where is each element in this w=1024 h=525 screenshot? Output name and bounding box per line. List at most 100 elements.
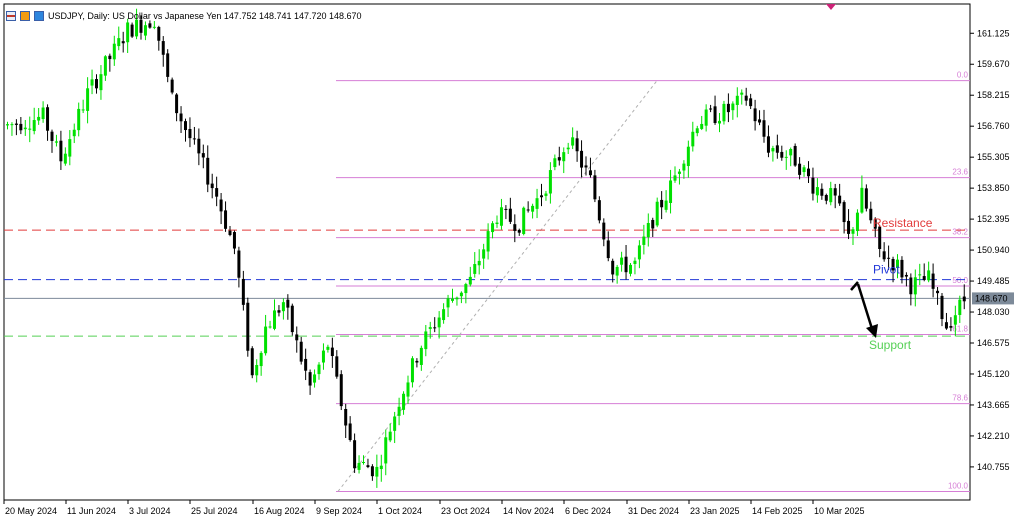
y-tick-label: 159.670	[977, 59, 1010, 69]
candle-body	[433, 327, 437, 329]
candle-body	[59, 140, 63, 162]
y-tick-label: 152.395	[977, 214, 1010, 224]
candle-body	[798, 163, 802, 175]
candle-body	[544, 193, 548, 196]
candle-body	[219, 199, 223, 212]
candle-body	[170, 79, 174, 93]
candle-body	[255, 364, 259, 376]
candle-body	[838, 195, 842, 204]
candle-body	[308, 372, 312, 386]
candle-body	[588, 170, 592, 176]
candle-body	[264, 326, 268, 354]
symbol-info: USDJPY, Daily: US Dollar vs Japanese Yen…	[48, 11, 362, 21]
candle-body	[758, 119, 762, 123]
candle-body	[766, 136, 770, 153]
candle-body	[744, 95, 748, 101]
candle-body	[99, 74, 103, 91]
candle-body	[713, 106, 717, 123]
candle-body	[19, 123, 23, 131]
candle-body	[273, 310, 276, 329]
candle-body	[927, 270, 931, 281]
candle-body	[210, 183, 214, 189]
candle-body	[491, 223, 495, 233]
candle-body	[459, 292, 463, 297]
y-tick-label: 143.665	[977, 400, 1010, 410]
candle-body	[922, 276, 926, 281]
price-axis: 161.125 159.670 158.215 156.760 155.305 153.8…	[970, 28, 1010, 472]
candle-body	[949, 326, 953, 328]
candle-body	[904, 274, 908, 277]
candle-body	[646, 223, 650, 238]
fib-level-label: 61.8	[952, 325, 968, 334]
candle-body	[286, 299, 290, 308]
y-tick-label: 156.760	[977, 121, 1010, 131]
candle-body	[384, 437, 388, 464]
candle-body	[869, 208, 873, 221]
candle-body	[477, 260, 481, 266]
candle-body	[664, 200, 668, 210]
candle	[339, 370, 343, 411]
candle-body	[290, 305, 294, 333]
candle-body	[455, 297, 459, 300]
candle-body	[224, 210, 228, 229]
candle-body	[68, 139, 72, 157]
candle-body	[807, 168, 810, 177]
candle-body	[815, 187, 819, 196]
candle-body	[780, 151, 784, 158]
x-tick-label: 14 Nov 2024	[503, 506, 554, 516]
candle-body	[366, 465, 370, 468]
candle	[130, 22, 134, 38]
candle-body	[357, 462, 361, 470]
candle-body	[811, 177, 815, 194]
candle-body	[424, 331, 428, 350]
candle-body	[464, 284, 468, 294]
candle-body	[77, 108, 81, 131]
candle-body	[117, 38, 121, 47]
candle-body	[23, 127, 27, 130]
candle-body	[50, 131, 54, 141]
candle-body	[771, 148, 775, 152]
candle-body	[855, 212, 859, 232]
candle-body	[958, 299, 962, 315]
candle-body	[633, 260, 637, 265]
x-tick-label: 23 Jan 2025	[690, 506, 740, 516]
candle-body	[28, 128, 32, 130]
candle-body	[566, 147, 570, 150]
candle-body	[753, 108, 757, 122]
candle-body	[192, 138, 196, 140]
price-chart[interactable]: 0.0 23.6 38.2 50.0 61.8 78.6 100.0 161.125 159.6…	[0, 0, 1024, 525]
candle-body	[526, 209, 530, 211]
y-tick-label: 146.575	[977, 338, 1010, 348]
candle-body	[673, 175, 677, 181]
candle-body	[148, 23, 152, 28]
candle-body	[660, 199, 664, 208]
candle-body	[206, 157, 210, 185]
candle	[290, 303, 294, 336]
candle-body	[402, 393, 406, 410]
candle-body	[686, 146, 690, 167]
candle-body	[281, 302, 285, 312]
candle-body	[179, 113, 183, 122]
candle-body	[740, 92, 744, 95]
candle-body	[944, 322, 948, 329]
candle-body	[10, 124, 14, 126]
candle-body	[513, 224, 517, 231]
candle-body	[571, 137, 575, 146]
candle-body	[442, 309, 446, 321]
current-price-tag: 148.670	[972, 292, 1014, 305]
y-tick-label: 140.755	[977, 462, 1010, 472]
candle-body	[820, 188, 824, 196]
candle-body	[451, 298, 454, 301]
candle-body	[215, 188, 219, 197]
candle-body	[46, 107, 50, 131]
candle-body	[642, 236, 646, 245]
candle-body	[126, 22, 130, 43]
candle-body	[175, 94, 179, 114]
candle-body	[152, 26, 156, 28]
candle-body	[655, 201, 659, 226]
candle-body	[95, 79, 98, 89]
candle-body	[620, 257, 624, 265]
chart-window-icon	[6, 11, 16, 21]
candle-body	[63, 153, 67, 164]
candle-body	[232, 232, 236, 249]
